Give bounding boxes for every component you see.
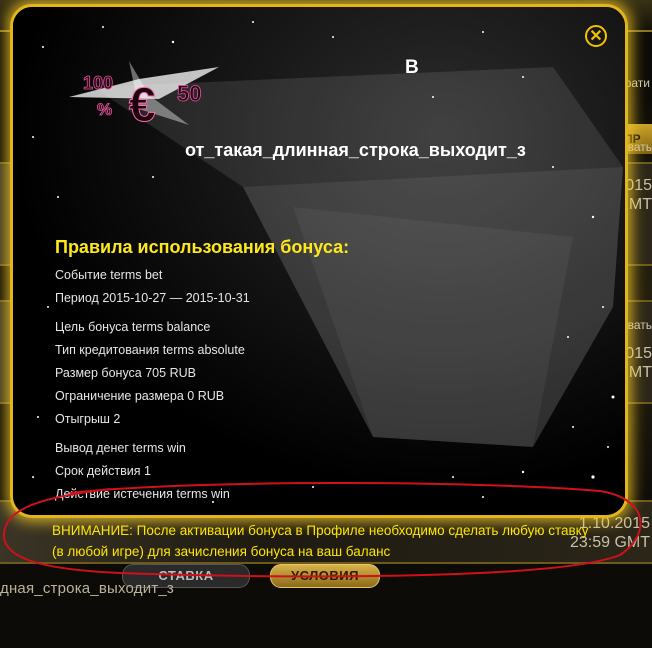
rules-title: Правила использования бонуса:: [55, 237, 350, 257]
modal-subtitle: от_такая_длинная_строка_выходит_з: [185, 140, 526, 160]
rule-goal: Цель бонуса terms balance: [55, 320, 211, 334]
bonus-logo: 100 % € 50: [69, 61, 219, 131]
logo-percent-sign: %: [97, 100, 112, 119]
logo-amount: 50: [177, 81, 201, 106]
rule-size: Размер бонуса 705 RUB: [55, 366, 196, 380]
logo-percent-number: 100: [83, 73, 113, 93]
logo-euro-icon: €: [129, 79, 156, 131]
rule-wager: Отыгрыш 2: [55, 412, 121, 426]
conditions-button[interactable]: УСЛОВИЯ: [270, 564, 380, 588]
background-bottom-text: дная_строка_выходит_з: [0, 580, 174, 597]
rule-period: Период 2015-10-27 — 2015-10-31: [55, 291, 250, 305]
bonus-modal: ✕ 100 % € 50 В от_такая_длинная_строка_в…: [10, 4, 628, 518]
rule-expiry: Действие истечения terms win: [55, 487, 230, 501]
rule-withdraw: Вывод денег terms win: [55, 441, 186, 455]
rule-duration: Срок действия 1: [55, 464, 151, 478]
rule-event: Событие terms bet: [55, 268, 163, 282]
rule-credit-type: Тип кредитования terms absolute: [55, 343, 245, 357]
rules-section: Правила использования бонуса: Событие te…: [55, 237, 595, 509]
activation-notice: ВНИМАНИЕ: После активации бонуса в Профи…: [52, 523, 589, 559]
close-icon[interactable]: ✕: [585, 25, 607, 47]
rule-limit: Ограничение размера 0 RUB: [55, 389, 225, 403]
modal-title: В: [405, 57, 419, 78]
